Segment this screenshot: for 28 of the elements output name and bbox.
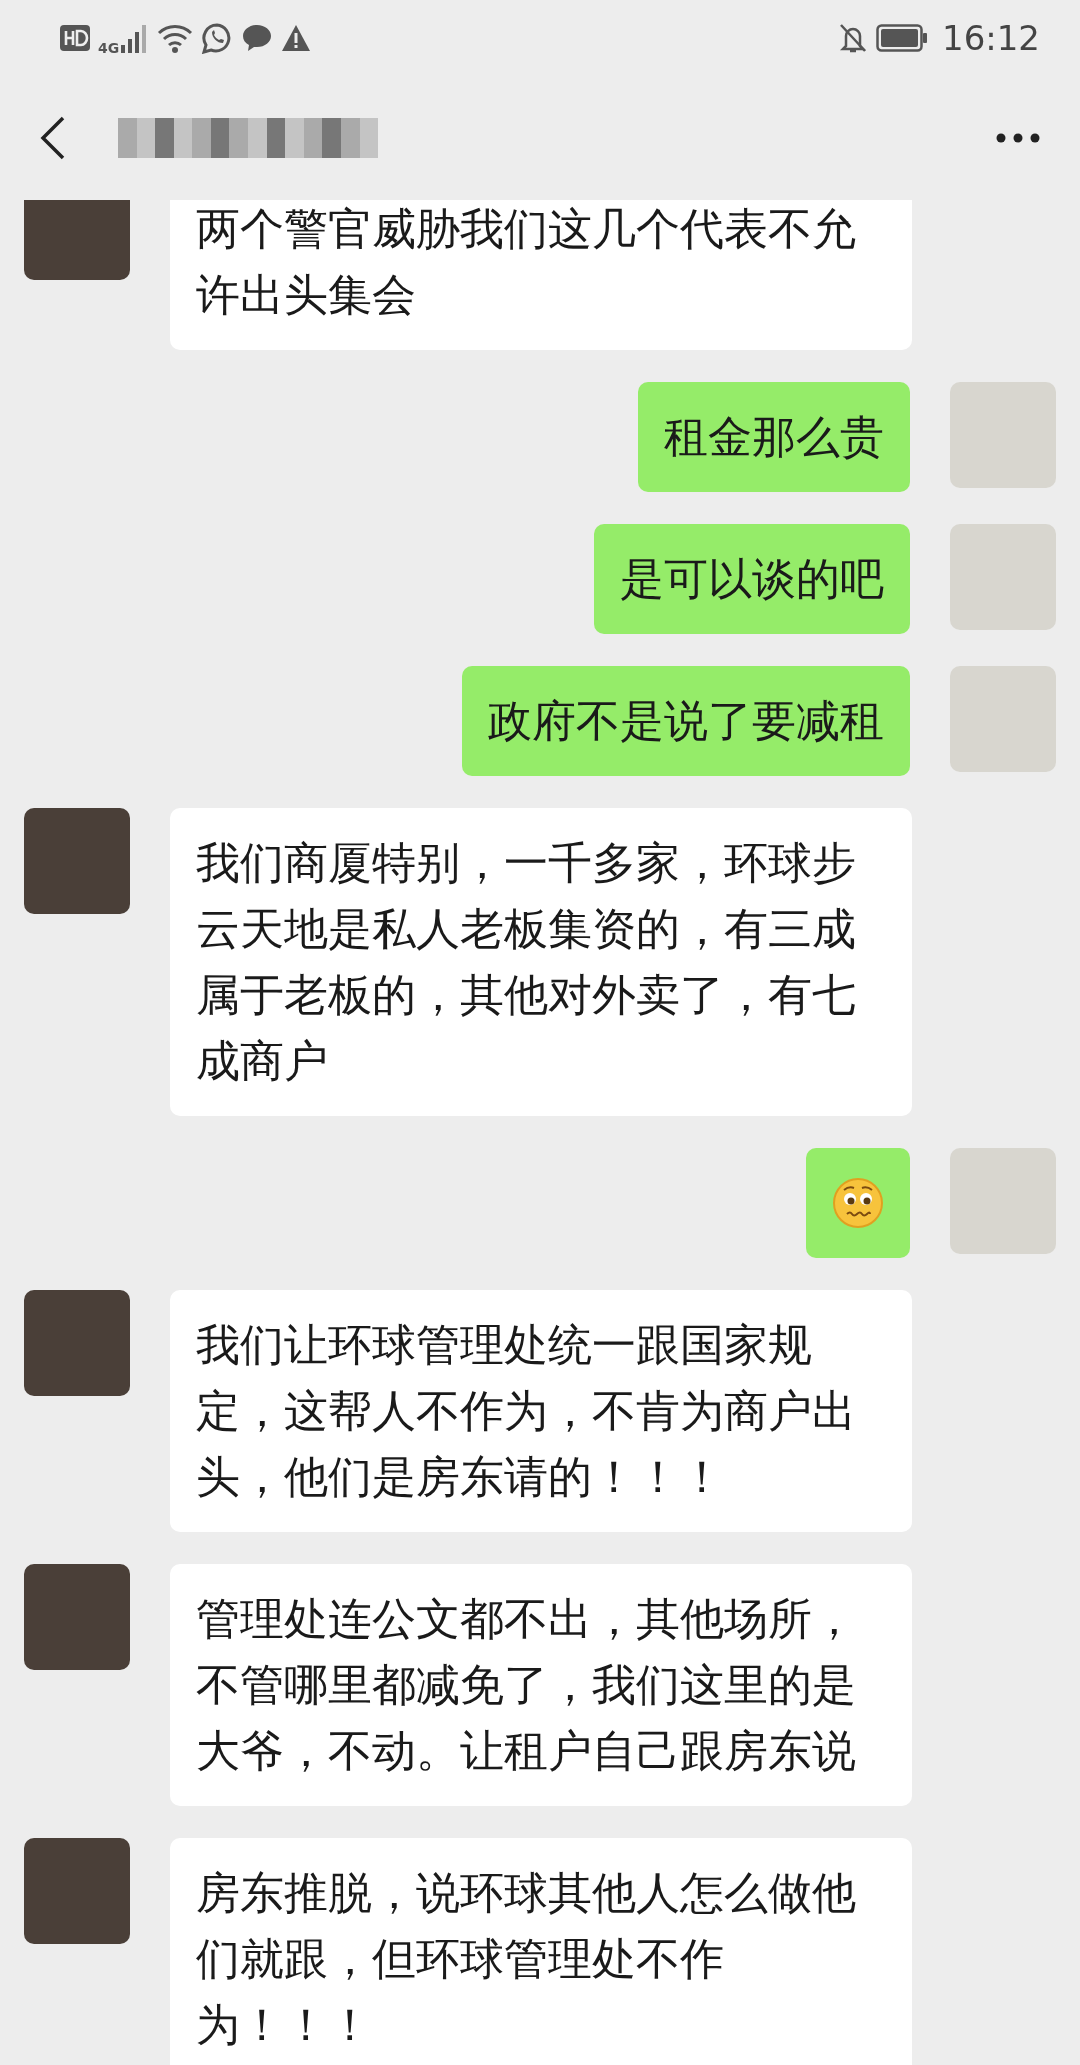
message-text: 政府不是说了要减租 <box>488 694 884 748</box>
avatar-photo[interactable] <box>950 382 1056 488</box>
avatar-photo[interactable] <box>24 1290 130 1396</box>
message-text: 管理处连公文都不出，其他场所，不管哪里都减免了，我们这里的是大爷，不动。让租户自己跟房东说 <box>196 1592 857 1778</box>
wifi-icon <box>157 23 194 53</box>
warning-icon <box>281 24 312 52</box>
more-icon[interactable] <box>996 133 1040 143</box>
avatar-photo[interactable] <box>24 200 130 280</box>
battery-icon <box>876 24 928 52</box>
hd-icon <box>60 25 90 51</box>
bell-muted-icon <box>838 22 868 54</box>
chat-bubble-icon <box>241 23 274 53</box>
message-text: 租金那么贵 <box>664 410 884 464</box>
avatar-photo[interactable] <box>24 1564 130 1670</box>
worried-face-icon <box>832 1177 884 1229</box>
avatar-photo[interactable] <box>950 524 1056 630</box>
avatar-photo[interactable] <box>950 1148 1056 1254</box>
message-text: 是可以谈的吧 <box>620 552 884 606</box>
network-label: 4G <box>98 40 120 56</box>
message-text: 我们商厦特别，一千多家，环球步云天地是私人老板集资的，有三成属于老板的，其他对外卖了，有七成商户 <box>196 836 857 1088</box>
avatar-photo[interactable] <box>950 666 1056 772</box>
clock-time: 16:12 <box>942 18 1040 58</box>
avatar-photo[interactable] <box>24 1838 130 1944</box>
message-text: 房东推脱，说环球其他人怎么做他们就跟，但环球管理处不作为！！！ <box>196 1866 857 2052</box>
message-text: 我们让环球管理处统一跟国家规定，这帮人不作为，不肯为商户出头，他们是房东请的！！！ <box>196 1318 857 1504</box>
message-text: 两个警官威胁我们这几个代表不允许出头集会 <box>196 202 857 322</box>
avatar-photo[interactable] <box>24 808 130 914</box>
back-icon[interactable] <box>40 116 66 160</box>
